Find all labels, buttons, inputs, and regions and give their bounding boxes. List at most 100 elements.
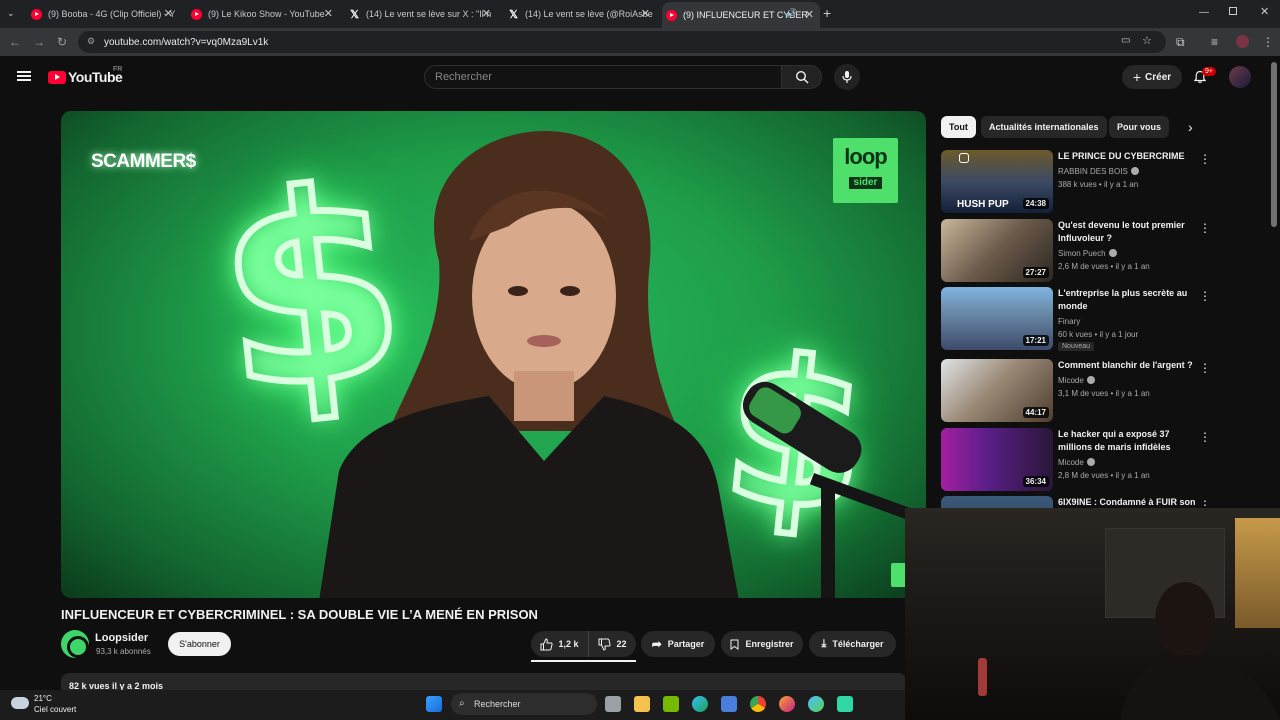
- verified-icon: [1130, 167, 1139, 175]
- video-title: Le hacker qui a exposé 37 millions de ma…: [1058, 429, 1171, 452]
- profile-avatar[interactable]: [1236, 35, 1249, 48]
- reload-icon[interactable]: ↻: [57, 35, 67, 49]
- create-button[interactable]: + Créer: [1122, 65, 1182, 89]
- channel-name: Micode: [1058, 458, 1095, 467]
- edge-icon[interactable]: [692, 696, 708, 712]
- webcam-overlay: [905, 508, 1280, 720]
- share-button[interactable]: ➦ Partager: [641, 631, 715, 657]
- browser-tab-booba[interactable]: (9) Booba - 4G (Clip Officiel) - Y ✕: [27, 4, 179, 24]
- recommended-video[interactable]: 27:27 Qu'est devenu le tout premier Infl…: [941, 219, 1211, 283]
- recommended-video[interactable]: 44:17 Comment blanchir de l'argent ? Mic…: [941, 359, 1211, 423]
- close-icon[interactable]: ✕: [324, 7, 333, 20]
- store-icon[interactable]: [721, 696, 737, 712]
- video-meta: 388 k vues • il y a 1 an: [1058, 180, 1139, 189]
- video-thumbnail[interactable]: 27:27: [941, 219, 1053, 282]
- weather-description[interactable]: Ciel couvert: [34, 705, 76, 714]
- recommended-video[interactable]: HUSH PUP 24:38 LE PRINCE DU CYBERCRIME R…: [941, 150, 1211, 214]
- channel-label: Micode: [1058, 458, 1084, 467]
- weather-temperature[interactable]: 21°C: [34, 694, 52, 703]
- extensions-icon[interactable]: ⧉: [1176, 35, 1185, 49]
- speaker-icon[interactable]: 🔊: [786, 8, 797, 19]
- app-icon[interactable]: [808, 696, 824, 712]
- plus-icon: +: [1132, 69, 1142, 85]
- url-text: youtube.com/watch?v=vq0Mza9Lv1k: [104, 36, 269, 48]
- video-title: Qu'est devenu le tout premier Influvoleu…: [1058, 220, 1185, 243]
- close-window-button[interactable]: ✕: [1260, 5, 1269, 18]
- create-label: Créer: [1145, 71, 1172, 83]
- tab-search-icon[interactable]: ⌄: [7, 8, 19, 20]
- recommended-video[interactable]: 36:34 Le hacker qui a exposé 37 millions…: [941, 428, 1211, 492]
- chrome-icon[interactable]: [750, 696, 766, 712]
- taskbar-search[interactable]: ⌕ Rechercher: [451, 693, 597, 715]
- close-icon[interactable]: ✕: [482, 7, 491, 20]
- verified-icon: [1086, 376, 1095, 384]
- scammers-badge: SCAMMER$: [91, 151, 196, 172]
- bookmark-star-icon[interactable]: ☆: [1142, 34, 1152, 47]
- windows-start-icon[interactable]: [426, 696, 442, 712]
- weather-cloud-icon: [11, 697, 29, 709]
- dislike-count: 22: [616, 639, 627, 649]
- back-icon[interactable]: ←: [9, 35, 21, 49]
- video-thumbnail[interactable]: 44:17: [941, 359, 1053, 422]
- more-options-icon[interactable]: ⋮: [1199, 289, 1211, 303]
- forward-icon[interactable]: →: [33, 35, 45, 49]
- cast-icon[interactable]: ▭: [1121, 35, 1130, 46]
- task-view-icon[interactable]: [605, 696, 621, 712]
- video-thumbnail[interactable]: 36:34: [941, 428, 1053, 491]
- youtube-logo[interactable]: YouTube FR: [48, 66, 123, 85]
- video-thumbnail[interactable]: HUSH PUP 24:38: [941, 150, 1053, 213]
- more-options-icon[interactable]: ⋮: [1199, 361, 1211, 375]
- like-dislike-group: 1,2 k 22: [531, 631, 636, 657]
- menu-icon[interactable]: ⋮: [1262, 35, 1274, 49]
- channel-name: Simon Puech: [1058, 249, 1117, 258]
- search-icon: ⌕: [459, 698, 465, 709]
- browser-tab-x-1[interactable]: 𝕏 (14) Le vent se lève sur X : "Il n ✕: [345, 4, 497, 24]
- browser-tab-kikoo[interactable]: (9) Le Kikoo Show - YouTube ✕: [187, 4, 339, 24]
- media-icon[interactable]: ≡: [1211, 35, 1218, 49]
- verified-icon: [1086, 458, 1095, 466]
- video-meta: 3,1 M de vues • il y a 1 an: [1058, 389, 1150, 398]
- nvidia-icon[interactable]: [663, 696, 679, 712]
- dislike-button[interactable]: 22: [589, 631, 636, 657]
- hamburger-menu-icon[interactable]: [17, 71, 31, 81]
- browser-tab-active[interactable]: (9) INFLUENCEUR ET CYBER 🔊 ✕: [662, 2, 820, 28]
- maximize-button[interactable]: [1229, 7, 1237, 15]
- channel-name[interactable]: Loopsider: [95, 632, 148, 644]
- youtube-icon: [666, 9, 677, 21]
- account-avatar[interactable]: [1229, 66, 1251, 88]
- download-icon: ⤓: [821, 637, 827, 650]
- like-button[interactable]: 1,2 k: [531, 631, 589, 657]
- voice-search-button[interactable]: [834, 64, 860, 90]
- discord-icon[interactable]: [837, 696, 853, 712]
- close-icon[interactable]: ✕: [164, 7, 173, 20]
- chip-all[interactable]: Tout: [941, 116, 976, 138]
- channel-avatar[interactable]: [61, 630, 89, 658]
- search-input[interactable]: Rechercher: [424, 65, 782, 89]
- page-scrollbar[interactable]: [1271, 62, 1277, 227]
- windows-taskbar: 21°C Ciel couvert ⌕ Rechercher: [0, 690, 905, 720]
- chip-for-you[interactable]: Pour vous: [1109, 116, 1170, 138]
- firefox-icon[interactable]: [779, 696, 795, 712]
- close-icon[interactable]: ✕: [641, 7, 650, 20]
- close-icon[interactable]: ✕: [805, 8, 814, 21]
- search-button[interactable]: [781, 65, 822, 89]
- subscribe-button[interactable]: S'abonner: [168, 632, 231, 656]
- save-button[interactable]: Enregistrer: [721, 631, 803, 657]
- new-tab-button[interactable]: +: [823, 5, 831, 21]
- video-thumbnail[interactable]: 17:21: [941, 287, 1053, 350]
- url-field[interactable]: ⚙ youtube.com/watch?v=vq0Mza9Lv1k ▭ ☆: [78, 31, 1166, 53]
- more-options-icon[interactable]: ⋮: [1199, 221, 1211, 235]
- site-info-icon[interactable]: ⚙: [87, 36, 95, 47]
- video-title: INFLUENCEUR ET CYBERCRIMINEL : SA DOUBLE…: [61, 607, 538, 622]
- chip-international-news[interactable]: Actualités internationales: [981, 116, 1107, 138]
- file-explorer-icon[interactable]: [634, 696, 650, 712]
- more-options-icon[interactable]: ⋮: [1199, 430, 1211, 444]
- browser-tab-x-2[interactable]: 𝕏 (14) Le vent se lève (@RoiAsbe ✕: [504, 4, 656, 24]
- more-options-icon[interactable]: ⋮: [1199, 152, 1211, 166]
- minimize-button[interactable]: —: [1199, 7, 1209, 18]
- recommended-video[interactable]: 17:21 L'entreprise la plus secrète au mo…: [941, 287, 1211, 351]
- speaker-figure: [319, 131, 739, 598]
- chevron-right-icon[interactable]: ›: [1188, 119, 1193, 135]
- video-player[interactable]: $ $ SCAMMER$ loop sider: [61, 111, 926, 598]
- download-button[interactable]: ⤓ Télécharger: [809, 631, 896, 657]
